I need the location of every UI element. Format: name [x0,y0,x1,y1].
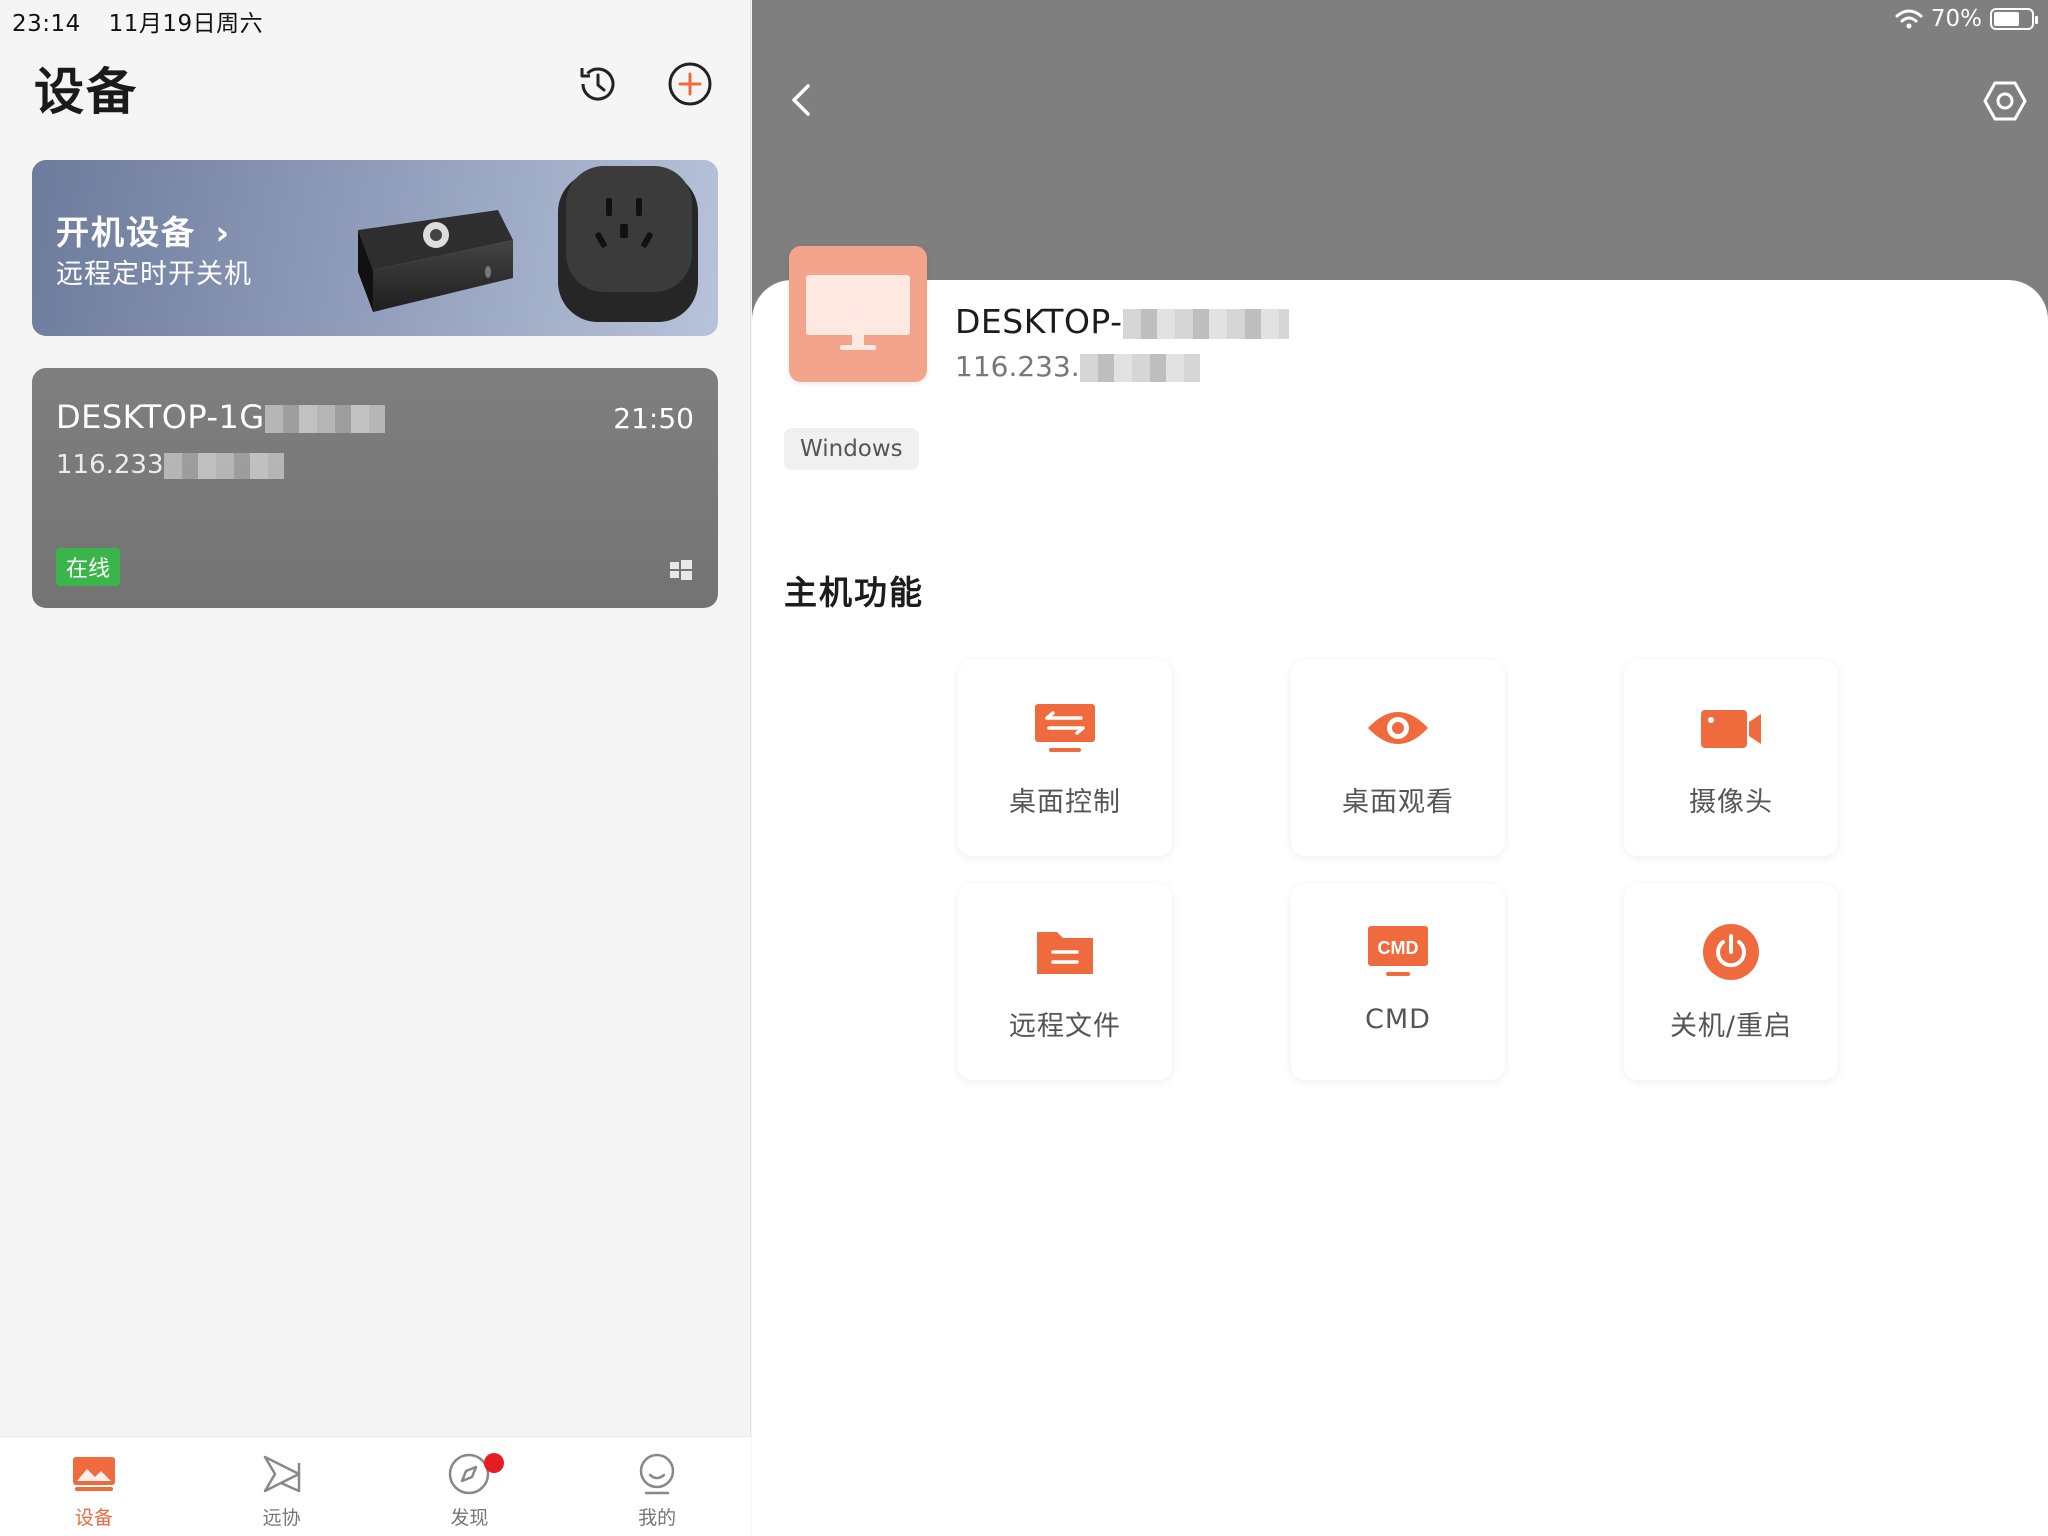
history-button[interactable] [572,58,624,110]
back-chevron-icon[interactable] [782,80,822,120]
tab-discover[interactable]: 发现 [376,1437,564,1536]
wifi-icon [1895,9,1923,29]
device-detail-panel: 70% DESKTOP- 116.233. Windows 主机功能 桌面控制 [752,0,2048,1536]
add-device-button[interactable] [664,58,716,110]
battery-percent: 70% [1930,6,1982,32]
camera-button[interactable]: 摄像头 [1624,660,1838,856]
power-plug-illustration-icon [358,166,698,322]
status-time: 23:14 [12,11,81,37]
tab-remote-assist[interactable]: 远协 [188,1437,376,1536]
settings-hexagon-icon[interactable] [1982,78,2028,124]
power-restart-button[interactable]: 关机/重启 [1624,884,1838,1080]
device-last-time: 21:50 [613,402,694,435]
cmd-icon: CMD [1368,926,1428,976]
plus-circle-icon [668,62,712,106]
svg-text:CMD: CMD [1378,938,1419,958]
folder-icon [1037,932,1093,974]
bottom-tab-bar: 设备 远协 发现 我的 [0,1436,751,1536]
eye-icon [1368,712,1428,744]
status-bar-left: 23:14 11月19日周六 [12,4,283,38]
host-ip: 116.233. [955,350,1200,383]
device-card[interactable]: DESKTOP-1G 21:50 116.233 在线 [32,368,718,608]
cmd-button[interactable]: CMD CMD [1291,884,1505,1080]
remote-assist-icon [263,1455,300,1493]
notification-badge [483,1453,504,1473]
redacted-text [264,405,385,433]
page-title: 设备 [34,63,138,121]
tab-devices[interactable]: 设备 [0,1437,188,1536]
status-bar-right: 70% [1895,6,2038,32]
battery-level-fill [1994,12,2020,26]
power-device-promo-card[interactable]: 开机设备 › 远程定时开关机 [32,160,718,336]
desktop-control-button[interactable]: 桌面控制 [958,660,1172,856]
device-name: DESKTOP-1G [56,398,385,436]
remote-files-button[interactable]: 远程文件 [958,884,1172,1080]
chevron-right-icon: › [215,213,232,252]
redacted-text [1079,354,1200,382]
profile-icon [639,1453,675,1495]
online-status-badge: 在线 [56,548,121,586]
monitor-icon [806,275,910,350]
host-functions-title: 主机功能 [784,573,924,612]
os-tag: Windows [784,428,919,470]
history-icon [580,67,615,101]
desktop-view-button[interactable]: 桌面观看 [1291,660,1505,856]
device-list-panel: 23:14 11月19日周六 设备 开机设备 › 远程定时开关机 DESKTOP… [0,0,751,1536]
tab-profile[interactable]: 我的 [563,1437,751,1536]
promo-subtitle: 远程定时开关机 [56,259,252,290]
redacted-text [1122,308,1289,339]
windows-logo-icon [670,560,692,580]
promo-title: 开机设备 › [56,213,232,252]
devices-icon [72,1457,115,1491]
redacted-text [163,452,284,479]
host-monitor-avatar [789,246,927,382]
desktop-control-icon [1035,704,1095,752]
status-date: 11月19日周六 [108,11,264,37]
device-ip: 116.233 [56,450,284,480]
power-icon [1703,924,1759,980]
camera-icon [1701,710,1761,748]
battery-icon [1990,8,2038,30]
host-name: DESKTOP- [955,302,1289,341]
